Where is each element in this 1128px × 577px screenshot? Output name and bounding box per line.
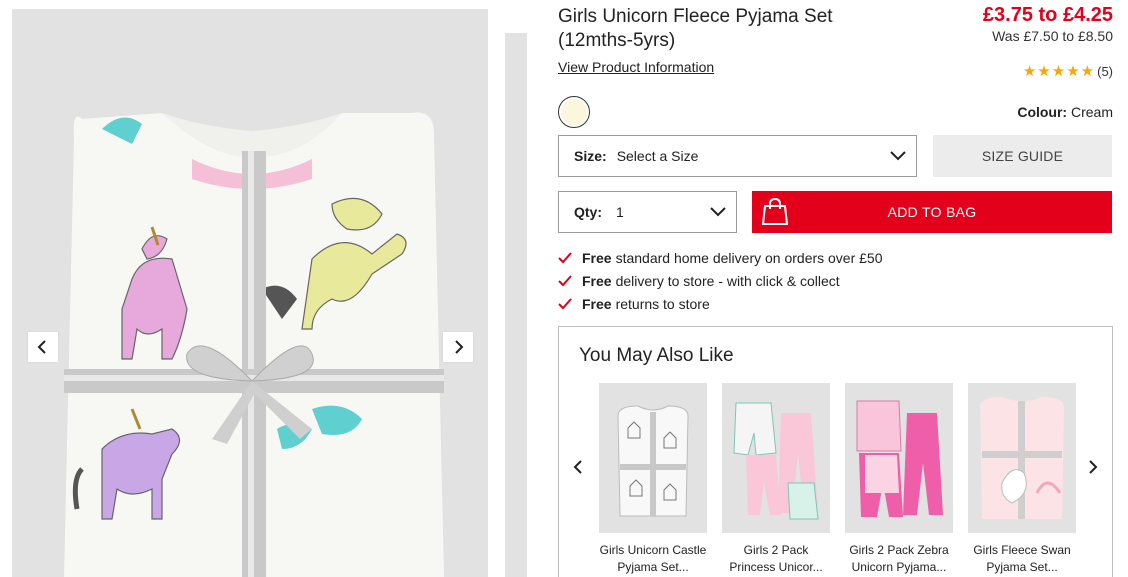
- product-secondary-image[interactable]: [505, 33, 527, 577]
- chevron-right-icon: [1089, 460, 1098, 474]
- rec-name-line1: Girls 2 Pack Zebra: [849, 543, 949, 557]
- rec-product-name: Girls Unicorn Castle Pyjama Set...: [599, 542, 707, 576]
- product-rating[interactable]: ★★★★★ (5): [1023, 62, 1113, 80]
- check-icon: [558, 274, 582, 287]
- rec-name-line2: Pyjama Set...: [986, 560, 1058, 574]
- product-title: Girls Unicorn Fleece Pyjama Set (12mths-…: [558, 6, 833, 51]
- rating-count: (5): [1097, 63, 1113, 79]
- product-main-image[interactable]: [12, 9, 488, 577]
- rec-product-card[interactable]: Girls Unicorn Castle Pyjama Set...: [599, 383, 707, 576]
- product-details: Girls Unicorn Fleece Pyjama Set (12mths-…: [558, 0, 1113, 577]
- recs-next-button[interactable]: [1083, 457, 1103, 477]
- rec-product-image: [845, 383, 953, 533]
- chevron-left-icon: [573, 460, 582, 474]
- recs-prev-button[interactable]: [568, 457, 588, 477]
- chevron-right-icon: [455, 340, 464, 354]
- rec-product-card[interactable]: Girls Fleece Swan Pyjama Set...: [968, 383, 1076, 576]
- delivery-info-list: Free standard home delivery on orders ov…: [558, 246, 883, 315]
- size-select[interactable]: Size: Select a Size: [558, 135, 917, 177]
- rec-product-card[interactable]: Girls 2 Pack Princess Unicor...: [722, 383, 830, 576]
- rec-product-image: [968, 383, 1076, 533]
- delivery-text: returns to store: [615, 295, 710, 312]
- price-was: Was £7.50 to £8.50: [992, 28, 1113, 44]
- gallery-prev-button[interactable]: [28, 332, 58, 362]
- chevron-down-icon: [890, 151, 906, 161]
- colour-label-value: Cream: [1070, 104, 1113, 120]
- check-icon: [558, 297, 582, 310]
- delivery-bold: Free: [582, 295, 612, 312]
- add-to-bag-button[interactable]: ADD TO BAG: [752, 191, 1112, 233]
- recommendations-title: You May Also Like: [579, 345, 734, 366]
- product-gallery: [0, 0, 527, 577]
- rec-name-line2: Unicorn Pyjama...: [851, 560, 947, 574]
- price-current: £3.75 to £4.25: [982, 4, 1113, 26]
- delivery-bold: Free: [582, 272, 612, 289]
- view-product-info-link[interactable]: View Product Information: [558, 59, 714, 75]
- delivery-text: standard home delivery on orders over £5…: [615, 249, 883, 266]
- recommendations-panel: You May Also Like Girls Unicorn Castle P…: [558, 326, 1113, 577]
- rec-name-line2: Pyjama Set...: [617, 560, 689, 574]
- rec-product-image: [722, 383, 830, 533]
- rec-product-image: [599, 383, 707, 533]
- rec-product-name: Girls 2 Pack Zebra Unicorn Pyjama...: [845, 542, 953, 576]
- shopping-bag-icon: [761, 197, 789, 225]
- colour-swatch-cream[interactable]: [558, 96, 590, 128]
- star-rating-icon: ★★★★★: [1022, 63, 1096, 80]
- rec-product-name: Girls 2 Pack Princess Unicor...: [722, 542, 830, 576]
- rec-product-card[interactable]: Girls 2 Pack Zebra Unicorn Pyjama...: [845, 383, 953, 576]
- delivery-info-item: Free returns to store: [558, 292, 883, 315]
- check-icon: [558, 251, 582, 264]
- chevron-down-icon: [710, 207, 726, 217]
- delivery-text: delivery to store - with click & collect: [615, 272, 840, 289]
- size-guide-button[interactable]: SIZE GUIDE: [933, 135, 1112, 177]
- rec-name-line1: Girls Fleece Swan: [973, 543, 1071, 557]
- delivery-info-item: Free standard home delivery on orders ov…: [558, 246, 883, 269]
- size-select-label: Size:: [574, 148, 607, 164]
- quantity-label: Qty:: [574, 204, 602, 220]
- size-select-value: Select a Size: [616, 148, 699, 164]
- rec-name-line1: Girls Unicorn Castle: [599, 543, 707, 557]
- delivery-bold: Free: [582, 249, 612, 266]
- quantity-value: 1: [616, 204, 624, 220]
- colour-label-key: Colour:: [1017, 104, 1068, 120]
- delivery-info-item: Free delivery to store - with click & co…: [558, 269, 883, 292]
- quantity-select[interactable]: Qty: 1: [558, 191, 737, 233]
- colour-label: Colour: Cream: [1017, 104, 1113, 120]
- swatch-fill: [560, 98, 588, 126]
- rec-name-line1: Girls 2 Pack: [743, 543, 809, 557]
- gallery-next-button[interactable]: [443, 332, 473, 362]
- add-to-bag-label: ADD TO BAG: [887, 204, 977, 220]
- rec-product-name: Girls Fleece Swan Pyjama Set...: [968, 542, 1076, 576]
- rec-name-line2: Princess Unicor...: [729, 560, 823, 574]
- chevron-left-icon: [37, 340, 46, 354]
